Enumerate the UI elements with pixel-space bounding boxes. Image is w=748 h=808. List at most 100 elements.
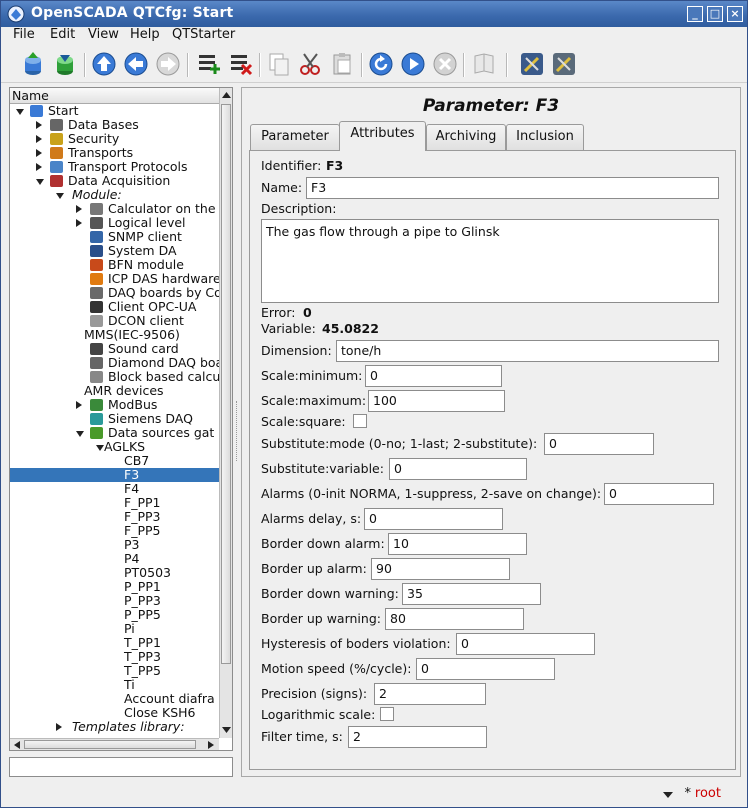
collapse-arrow-icon[interactable] [36,179,44,185]
tree-item[interactable]: P_PP1 [10,580,219,594]
tree-item[interactable]: F3 [10,468,219,482]
tree-item[interactable]: SNMP client [10,230,219,244]
expand-arrow-icon[interactable] [76,401,82,409]
delete-button[interactable] [227,50,255,78]
dimension-field[interactable]: tone/h [336,340,719,362]
copy-button[interactable] [265,50,293,78]
refresh-button[interactable] [367,50,395,78]
tree-vertical-scrollbar[interactable] [219,88,232,738]
tree-item[interactable]: Siemens DAQ [10,412,219,426]
load-button[interactable] [19,50,47,78]
tree-item[interactable]: Pi [10,622,219,636]
back-button[interactable] [122,50,150,78]
title-bar[interactable]: OpenSCADA QTCfg: Start _ □ × [1,1,747,27]
hysteresis-field[interactable]: 0 [456,633,595,655]
minimize-button[interactable]: _ [687,6,703,22]
tree-item[interactable]: F4 [10,482,219,496]
tree-item[interactable]: F_PP5 [10,524,219,538]
scale-min-field[interactable]: 0 [365,365,502,387]
filter-time-field[interactable]: 2 [348,726,487,748]
expand-arrow-icon[interactable] [36,163,42,171]
manual-button[interactable] [470,50,498,78]
tree-item[interactable]: P_PP5 [10,608,219,622]
tree-item[interactable]: Module: [10,188,219,202]
tree-horizontal-scrollbar[interactable] [10,738,219,750]
border-down-alarm-field[interactable]: 10 [388,533,527,555]
up-button[interactable] [90,50,118,78]
collapse-arrow-icon[interactable] [56,193,64,199]
tab-attributes[interactable]: Attributes [339,121,426,151]
collapse-arrow-icon[interactable] [16,109,24,115]
menu-qtstarter[interactable]: QTStarter [172,27,235,43]
tree-item[interactable]: Sound card [10,342,219,356]
expand-arrow-icon[interactable] [36,135,42,143]
tree-item[interactable]: T_PP3 [10,650,219,664]
tab-parameter[interactable]: Parameter [250,124,340,150]
navigation-tree[interactable]: Name Start Data Bases Security Transports Tr… [9,87,233,751]
tree-item[interactable]: Block based calcu [10,370,219,384]
tree-item[interactable]: Transport Protocols [10,160,219,174]
tree-item[interactable]: Close KSH6 [10,706,219,720]
expand-arrow-icon[interactable] [36,121,42,129]
tab-archiving[interactable]: Archiving [426,124,506,150]
tree-item[interactable]: Templates library: [10,720,219,734]
tree-item[interactable]: Calculator on the [10,202,219,216]
alarms-delay-field[interactable]: 0 [364,508,503,530]
stop-button[interactable] [431,50,459,78]
tree-item[interactable]: P_PP3 [10,594,219,608]
forward-button[interactable] [154,50,182,78]
save-button[interactable] [51,50,79,78]
module-button-1[interactable] [518,50,546,78]
tree-item[interactable]: Client OPC-UA [10,300,219,314]
tree-item[interactable]: Ti [10,678,219,692]
status-dropdown-icon[interactable] [663,792,673,798]
add-button[interactable] [195,50,223,78]
paste-button[interactable] [329,50,357,78]
logarithmic-scale-checkbox[interactable] [380,707,394,721]
tree-item[interactable]: T_PP5 [10,664,219,678]
menu-view[interactable]: View [88,27,119,43]
scale-square-checkbox[interactable] [353,414,367,428]
description-field[interactable]: The gas flow through a pipe to Glinsk [261,219,719,303]
collapse-arrow-icon[interactable] [76,431,84,437]
tree-vscroll-thumb[interactable] [221,104,231,664]
tree-item[interactable]: F_PP3 [10,510,219,524]
tree-item[interactable]: P3 [10,538,219,552]
tree-item[interactable]: Logical level [10,216,219,230]
menu-file[interactable]: File [13,27,35,43]
tree-item[interactable]: P4 [10,552,219,566]
tree-item[interactable]: AGLKS [10,440,219,454]
cut-button[interactable] [297,50,325,78]
close-window-button[interactable]: × [727,6,743,22]
alarms-field[interactable]: 0 [604,483,714,505]
tree-item[interactable]: Data sources gat [10,426,219,440]
tab-inclusion[interactable]: Inclusion [506,124,584,150]
tree-item[interactable]: F_PP1 [10,496,219,510]
current-user[interactable]: root [695,786,721,801]
tree-item[interactable]: Transports [10,146,219,160]
panel-splitter[interactable] [236,401,239,461]
tree-item[interactable]: Data Bases [10,118,219,132]
border-up-warning-field[interactable]: 80 [385,608,524,630]
tree-item[interactable]: Account diafra [10,692,219,706]
tree-item[interactable]: Security [10,132,219,146]
motion-speed-field[interactable]: 0 [416,658,555,680]
menu-edit[interactable]: Edit [50,27,75,43]
tree-item[interactable]: BFN module [10,258,219,272]
tree-hscroll-thumb[interactable] [24,740,196,749]
tree-item[interactable]: DAQ boards by Co [10,286,219,300]
scale-max-field[interactable]: 100 [368,390,505,412]
substitute-variable-field[interactable]: 0 [389,458,527,480]
menu-help[interactable]: Help [130,27,160,43]
tree-item[interactable]: MMS(IEC-9506) [10,328,219,342]
tree-item[interactable]: DCON client [10,314,219,328]
tree-item[interactable]: ModBus [10,398,219,412]
tree-filter-input[interactable] [9,757,233,777]
expand-arrow-icon[interactable] [36,149,42,157]
tree-item[interactable]: System DA [10,244,219,258]
precision-field[interactable]: 2 [374,683,486,705]
expand-arrow-icon[interactable] [76,219,82,227]
tree-item[interactable]: AMR devices [10,384,219,398]
expand-arrow-icon[interactable] [56,723,62,731]
tree-item[interactable]: ICP DAS hardware [10,272,219,286]
